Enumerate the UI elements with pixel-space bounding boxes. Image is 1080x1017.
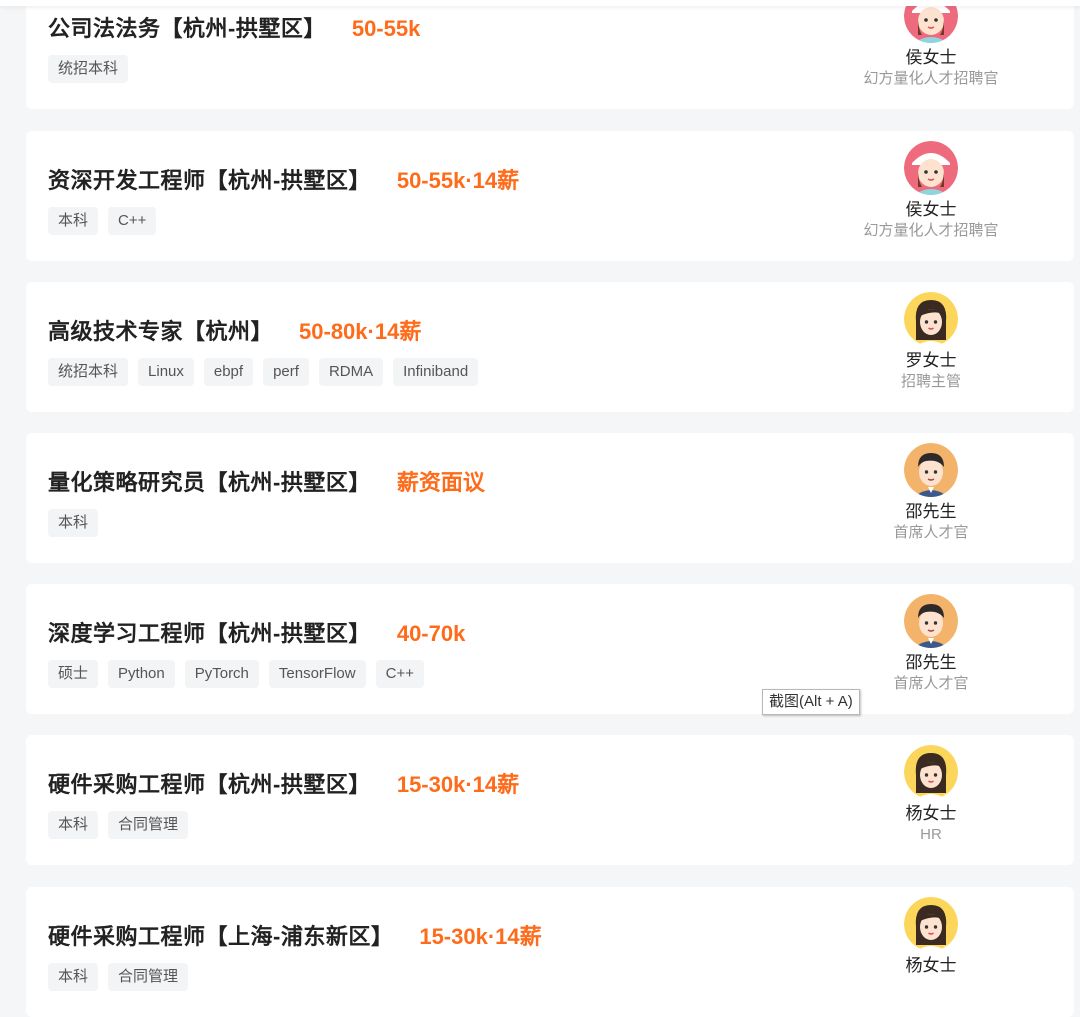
female-avatar-icon [904,745,958,799]
job-tag: Linux [138,358,194,386]
job-card[interactable]: 量化策略研究员【杭州-拱墅区】 薪资面议 本科 邵先生 首席人才官 [26,433,1074,563]
job-tags: 硕士 Python PyTorch TensorFlow C++ [48,660,424,688]
female-cap-avatar-icon [904,0,958,43]
recruiter-title: 招聘主管 [900,373,961,390]
job-tag: 合同管理 [108,811,189,839]
job-salary: 40-70k [396,621,466,646]
job-card[interactable]: 硬件采购工程师【上海-浦东新区】 15-30k·14薪 本科 合同管理 杨女士 [26,887,1074,1017]
recruiter-info[interactable]: 邵先生 首席人才官 [836,594,1026,694]
female-avatar-icon [904,292,958,346]
job-tag: ebpf [203,358,254,386]
job-tag: PyTorch [184,660,259,688]
job-card[interactable]: 资深开发工程师【杭州-拱墅区】 50-55k·14薪 本科 C++ 侯女士 幻方… [26,131,1074,261]
recruiter-info[interactable]: 侯女士 幻方量化人才招聘官 [836,0,1026,89]
recruiter-name: 罗女士 [905,351,957,370]
job-title[interactable]: 量化策略研究员【杭州-拱墅区】 [48,465,371,497]
job-title[interactable]: 公司法法务【杭州-拱墅区】 [48,11,326,43]
job-tag: 本科 [48,509,99,537]
job-title[interactable]: 硬件采购工程师【杭州-拱墅区】 [48,767,371,799]
job-tag: 统招本科 [48,55,129,83]
recruiter-title: 首席人才官 [893,675,969,692]
job-salary: 50-55k [351,16,421,41]
job-tag: RDMA [318,358,384,386]
recruiter-title: HR [920,826,942,843]
female-cap-avatar-icon [904,141,958,195]
job-salary: 15-30k·14薪 [396,772,520,797]
male-avatar-icon [904,443,958,497]
recruiter-name: 邵先生 [905,653,957,672]
recruiter-name: 杨女士 [905,804,957,823]
job-tags: 本科 合同管理 [48,811,189,839]
recruiter-title: 幻方量化人才招聘官 [863,70,999,87]
recruiter-title: 首席人才官 [893,524,969,541]
job-tag: TensorFlow [268,660,366,688]
job-tag: 合同管理 [108,963,189,991]
job-salary: 50-55k·14薪 [396,168,520,193]
recruiter-info[interactable]: 邵先生 首席人才官 [836,443,1026,543]
job-salary: 15-30k·14薪 [419,924,542,949]
recruiter-info[interactable]: 杨女士 HR [836,745,1026,845]
job-tags: 本科 [48,509,99,537]
recruiter-title: 幻方量化人才招聘官 [863,222,999,239]
job-tag: 统招本科 [48,358,129,386]
top-bar [0,0,1080,6]
job-salary: 50-80k·14薪 [299,319,422,344]
male-avatar-icon [904,594,958,648]
job-tag: perf [263,358,309,386]
recruiter-name: 杨女士 [905,956,957,975]
job-title[interactable]: 资深开发工程师【杭州-拱墅区】 [48,163,371,195]
job-tag: 硕士 [48,660,99,688]
job-tags: 本科 C++ [48,207,157,235]
recruiter-info[interactable]: 罗女士 招聘主管 [836,292,1026,392]
recruiter-name: 侯女士 [905,48,957,67]
job-card[interactable]: 深度学习工程师【杭州-拱墅区】 40-70k 硕士 Python PyTorch… [26,584,1074,714]
job-tag: C++ [375,660,424,688]
job-tag: C++ [108,207,157,235]
job-card[interactable]: 硬件采购工程师【杭州-拱墅区】 15-30k·14薪 本科 合同管理 杨女士 H… [26,735,1074,865]
job-tags: 本科 合同管理 [48,963,189,991]
job-tag: 本科 [48,811,99,839]
job-tags: 统招本科 Linux ebpf perf RDMA Infiniband [48,358,479,386]
female-avatar-icon [904,897,958,951]
job-tag: 本科 [48,963,99,991]
recruiter-info[interactable]: 侯女士 幻方量化人才招聘官 [836,141,1026,241]
screenshot-tooltip: 截图(Alt + A) [762,689,860,715]
job-tags: 统招本科 [48,55,129,83]
job-tag: Infiniband [393,358,479,386]
job-title[interactable]: 高级技术专家【杭州】 [48,314,273,346]
job-salary: 薪资面议 [396,470,485,495]
job-card[interactable]: 公司法法务【杭州-拱墅区】 50-55k 统招本科 侯女士 幻方量化人才招聘官 [26,0,1074,109]
recruiter-name: 侯女士 [905,200,957,219]
job-title[interactable]: 硬件采购工程师【上海-浦东新区】 [48,919,393,951]
job-title[interactable]: 深度学习工程师【杭州-拱墅区】 [48,616,371,648]
job-tag: 本科 [48,207,99,235]
job-card[interactable]: 高级技术专家【杭州】 50-80k·14薪 统招本科 Linux ebpf pe… [26,282,1074,412]
job-tag: Python [108,660,175,688]
recruiter-info[interactable]: 杨女士 [836,897,1026,977]
recruiter-name: 邵先生 [905,502,957,521]
